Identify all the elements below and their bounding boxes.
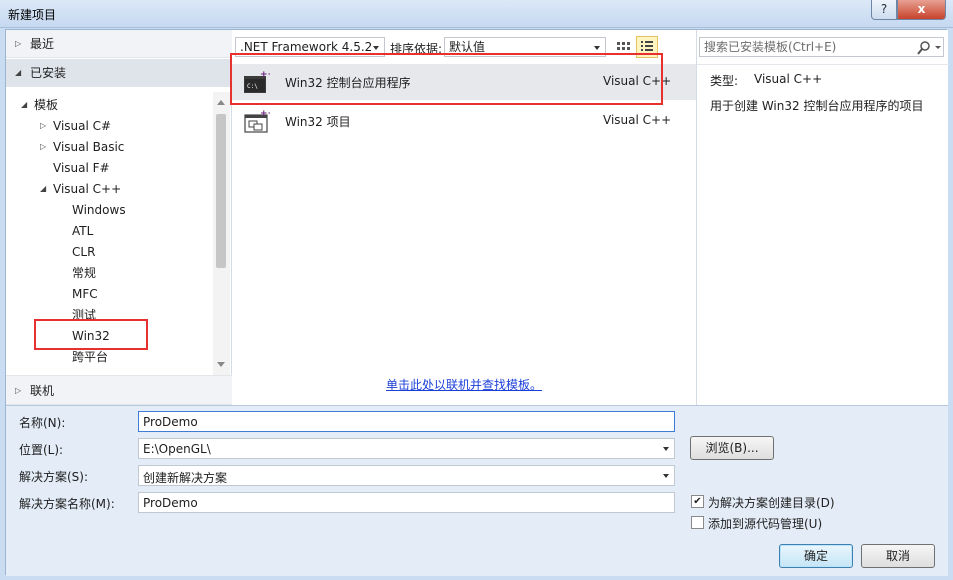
svg-text:++: ++ — [260, 109, 270, 119]
browse-button[interactable]: 浏览(B)... — [690, 436, 774, 460]
source-control-label[interactable]: 添加到源代码管理(U) — [708, 515, 822, 532]
solution-value: 创建新解决方案 — [143, 471, 228, 485]
project-settings-form: 名称(N): ProDemo 位置(L): E:\OpenGL\ 浏览(B)..… — [6, 405, 948, 576]
tree-item-label: 常规 — [72, 266, 97, 280]
expand-arrow-icon: ▷ — [15, 386, 22, 395]
solution-dropdown[interactable]: 创建新解决方案 — [138, 465, 675, 486]
win32-project-icon: ++ — [244, 109, 270, 133]
title-bar: 新建项目 ? x — [0, 0, 953, 28]
tree-item-mfc[interactable]: MFC — [6, 284, 216, 304]
scroll-up-arrow-icon[interactable] — [217, 100, 225, 105]
template-description: 用于创建 Win32 控制台应用程序的项目 — [710, 99, 924, 113]
chevron-down-icon — [594, 46, 600, 50]
tree-item-label: ATL — [72, 224, 94, 238]
tree-item-visual-csharp[interactable]: ▷ Visual C# — [6, 116, 216, 136]
tree-item-label: Visual C# — [53, 119, 112, 133]
tree-item-visual-basic[interactable]: ▷ Visual Basic — [6, 137, 216, 157]
window-title: 新建项目 — [8, 8, 57, 22]
name-label: 名称(N): — [19, 416, 66, 430]
template-name: Win32 项目 — [285, 115, 351, 129]
expand-arrow-icon: ▷ — [40, 121, 47, 130]
collapse-arrow-icon: ◢ — [15, 68, 22, 77]
source-control-checkbox[interactable] — [691, 516, 704, 529]
tree-item-visual-cpp[interactable]: ◢ Visual C++ — [6, 179, 216, 199]
location-value: E:\OpenGL\ — [143, 442, 211, 456]
scroll-down-arrow-icon[interactable] — [217, 362, 225, 367]
template-details-pane: 类型: Visual C++ 用于创建 Win32 控制台应用程序的项目 — [696, 30, 949, 405]
highlight-box-console-app — [230, 53, 663, 105]
tree-item-label: Visual C++ — [53, 182, 122, 196]
framework-value: .NET Framework 4.5.2 — [240, 40, 373, 54]
solution-name-label: 解决方案名称(M): — [19, 497, 115, 511]
tree-item-label: Visual F# — [53, 161, 110, 175]
tree-item-windows[interactable]: Windows — [6, 200, 216, 220]
location-combobox[interactable]: E:\OpenGL\ — [138, 438, 675, 459]
collapse-arrow-icon: ◢ — [40, 184, 47, 193]
tree-item-recent[interactable]: ▷ 最近 — [6, 30, 232, 58]
help-button[interactable]: ? — [871, 0, 897, 20]
tree-item-visual-fsharp[interactable]: Visual F# — [6, 158, 216, 178]
close-button[interactable]: x — [897, 0, 946, 20]
tree-item-label: 最近 — [30, 37, 55, 51]
tree-item-label: Visual Basic — [53, 140, 125, 154]
ok-button[interactable]: 确定 — [779, 544, 853, 568]
chevron-down-icon — [373, 46, 379, 50]
expand-arrow-icon: ▷ — [40, 142, 47, 151]
tree-item-label: Windows — [72, 203, 126, 217]
collapse-arrow-icon: ◢ — [21, 100, 28, 109]
tree-item-online[interactable]: ▷ 联机 — [6, 375, 232, 405]
tree-item-label: MFC — [72, 287, 98, 301]
solution-name-field[interactable]: ProDemo — [138, 492, 675, 513]
create-directory-checkbox[interactable]: ✔ — [691, 495, 704, 508]
type-value: Visual C++ — [754, 72, 823, 86]
template-row-win32-project[interactable]: ++ Win32 项目 Visual C++ — [232, 103, 696, 139]
name-field[interactable]: ProDemo — [138, 411, 675, 432]
location-label: 位置(L): — [19, 443, 64, 457]
tree-item-installed[interactable]: ◢ 已安装 — [6, 59, 232, 87]
checkmark-icon: ✔ — [693, 496, 702, 507]
search-icon[interactable] — [916, 40, 944, 56]
solution-label: 解决方案(S): — [19, 470, 89, 484]
tree-item-label: 模板 — [34, 98, 59, 112]
tree-item-label: 跨平台 — [72, 350, 109, 364]
type-label: 类型: — [710, 74, 739, 88]
tree-item-label: CLR — [72, 245, 96, 259]
name-value: ProDemo — [143, 415, 198, 429]
tree-scrollbar[interactable] — [213, 92, 230, 375]
chevron-down-icon — [663, 474, 669, 478]
tree-item-atl[interactable]: ATL — [6, 221, 216, 241]
expand-arrow-icon: ▷ — [15, 39, 22, 48]
create-directory-label[interactable]: 为解决方案创建目录(D) — [708, 494, 835, 511]
solution-name-value: ProDemo — [143, 496, 198, 510]
tree-item-cross-platform[interactable]: 跨平台 — [6, 347, 216, 367]
scroll-thumb[interactable] — [216, 114, 226, 268]
highlight-box-win32 — [34, 319, 148, 350]
tree-item-label: 已安装 — [30, 66, 67, 80]
new-project-dialog: ▷ 最近 ◢ 已安装 ◢ 模板 ▷ Visual C# ▷ Visual Bas… — [5, 29, 949, 576]
tree-item-templates[interactable]: ◢ 模板 — [6, 95, 216, 115]
template-language: Visual C++ — [603, 113, 672, 127]
chevron-down-icon[interactable] — [663, 447, 669, 451]
tree-item-general[interactable]: 常规 — [6, 263, 216, 283]
search-box[interactable] — [699, 37, 944, 57]
tree-item-clr[interactable]: CLR — [6, 242, 216, 262]
cancel-button[interactable]: 取消 — [861, 544, 935, 568]
sort-value: 默认值 — [449, 40, 486, 54]
search-input[interactable] — [700, 38, 910, 56]
divider — [697, 64, 949, 65]
tree-item-label: 联机 — [30, 384, 55, 398]
find-templates-online-link[interactable]: 单击此处以联机并查找模板。 — [386, 376, 542, 393]
